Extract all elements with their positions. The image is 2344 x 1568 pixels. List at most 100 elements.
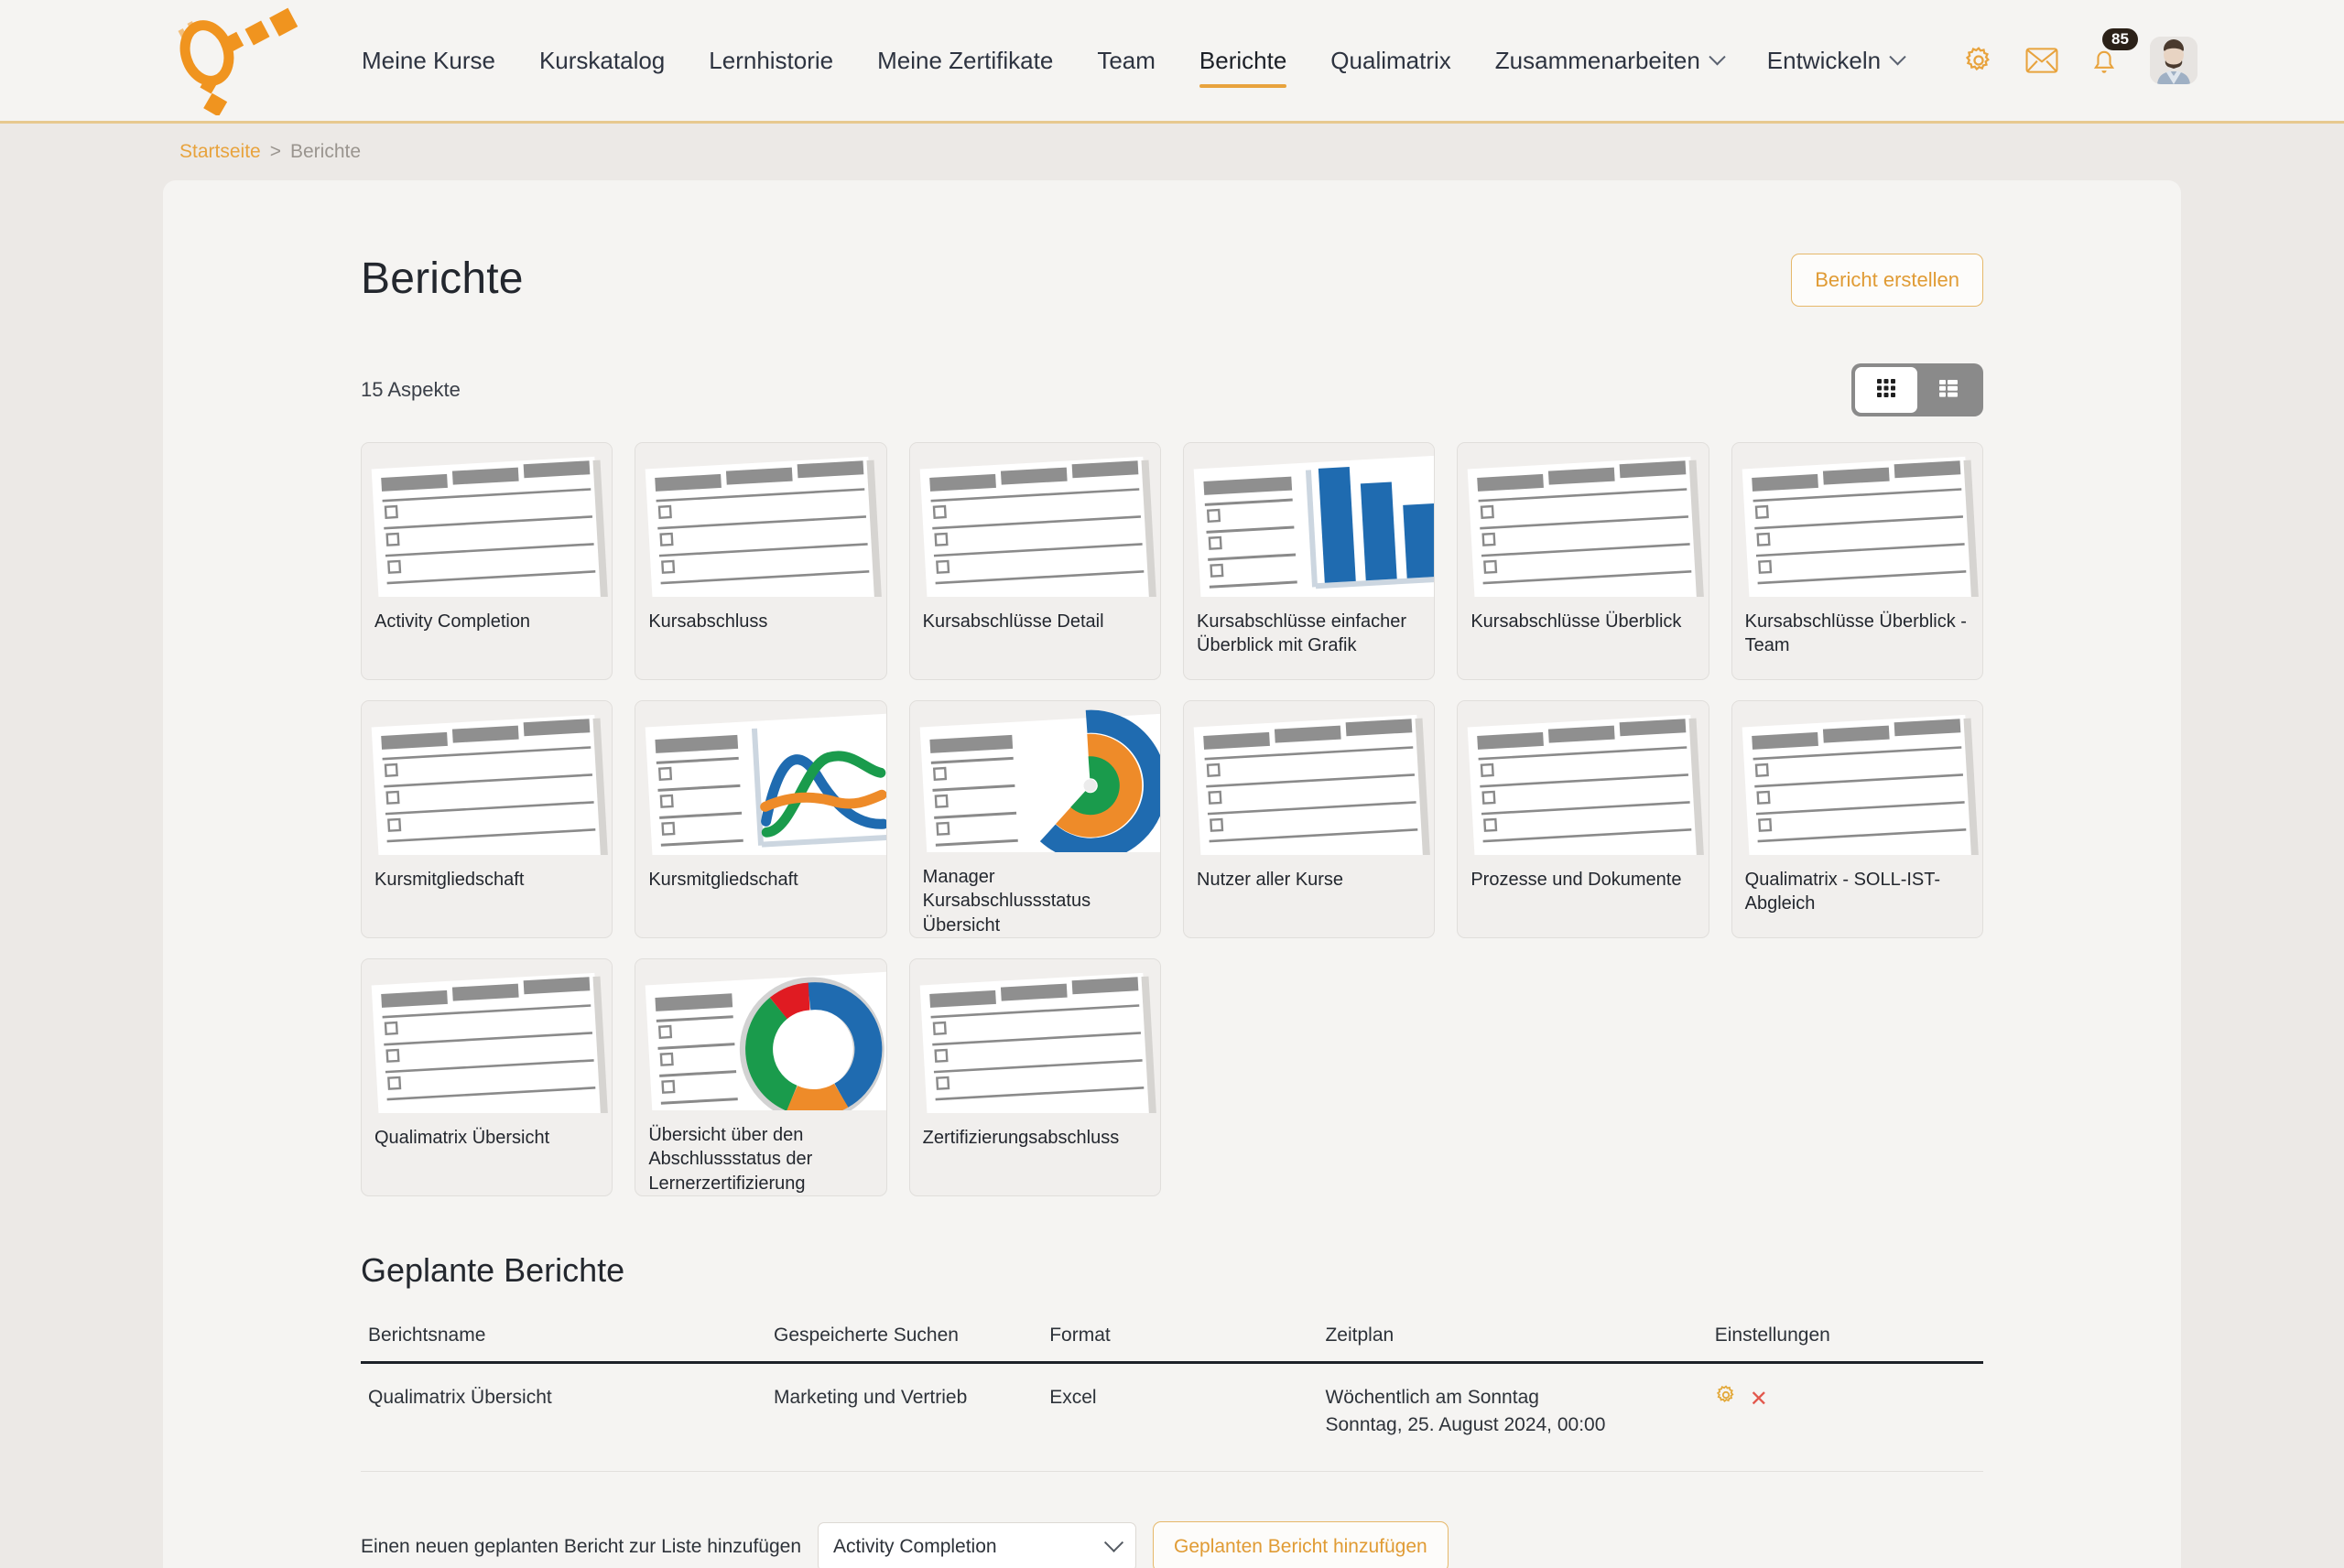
report-thumbnail bbox=[910, 959, 1160, 1113]
nav-label: Berichte bbox=[1199, 47, 1286, 75]
gear-icon[interactable] bbox=[1963, 45, 1994, 76]
report-thumbnail-radial-chart bbox=[910, 701, 1160, 852]
grid-view-button[interactable] bbox=[1855, 367, 1917, 413]
create-report-button[interactable]: Bericht erstellen bbox=[1791, 254, 1983, 307]
envelope-icon[interactable] bbox=[2025, 47, 2058, 74]
report-card[interactable]: Zertifizierungsabschluss bbox=[909, 958, 1161, 1196]
nav-item-entwickeln[interactable]: Entwickeln bbox=[1745, 38, 1926, 84]
report-card[interactable]: Kursabschlüsse Überblick - Team bbox=[1731, 442, 1983, 680]
nav-item-kurskatalog[interactable]: Kurskatalog bbox=[517, 38, 687, 84]
nav-label: Lernhistorie bbox=[709, 47, 833, 75]
report-card[interactable]: Kursabschluss bbox=[635, 442, 886, 680]
page-header-row: Berichte Bericht erstellen bbox=[361, 254, 1983, 307]
nav-item-team[interactable]: Team bbox=[1075, 38, 1177, 84]
report-card-label: Kursabschlüsse Überblick bbox=[1458, 597, 1708, 633]
list-view-button[interactable] bbox=[1917, 367, 1980, 413]
grid-view-icon bbox=[1873, 375, 1899, 406]
report-thumbnail-donut-chart bbox=[635, 959, 885, 1110]
row-action-buttons: ✕ bbox=[1715, 1384, 1976, 1414]
table-header-row: Berichtsname Gespeicherte Suchen Format … bbox=[361, 1325, 1983, 1363]
view-mode-toggle bbox=[1851, 363, 1983, 416]
report-card-label: Kursmitgliedschaft bbox=[635, 855, 885, 892]
add-scheduled-report-button[interactable]: Geplanten Bericht hinzufügen bbox=[1153, 1521, 1449, 1568]
breadcrumb-current: Berichte bbox=[290, 141, 361, 163]
report-card[interactable]: Kursabschlüsse Überblick bbox=[1457, 442, 1709, 680]
column-header-saved-searches: Gespeicherte Suchen bbox=[766, 1325, 1042, 1363]
breadcrumb-home-link[interactable]: Startseite bbox=[179, 141, 261, 163]
report-thumbnail bbox=[635, 443, 885, 597]
nav-label: Qualimatrix bbox=[1330, 47, 1450, 75]
nav-label: Entwickeln bbox=[1767, 47, 1881, 75]
nav-item-meine-zertifikate[interactable]: Meine Zertifikate bbox=[855, 38, 1075, 84]
report-thumbnail bbox=[362, 443, 612, 597]
report-card-label: Kursmitgliedschaft bbox=[362, 855, 612, 892]
column-header-schedule: Zeitplan bbox=[1318, 1325, 1707, 1363]
avatar[interactable] bbox=[2150, 37, 2198, 84]
nav-label: Zusammenarbeiten bbox=[1495, 47, 1700, 75]
chevron-down-icon bbox=[1889, 49, 1905, 65]
bell-icon[interactable]: 85 bbox=[2089, 45, 2119, 76]
schedule-next-run: Sonntag, 25. August 2024, 00:00 bbox=[1325, 1411, 1699, 1439]
page-content-card: Berichte Bericht erstellen 15 Aspekte bbox=[163, 180, 2181, 1568]
report-card[interactable]: Kursabschlüsse Detail bbox=[909, 442, 1161, 680]
close-icon[interactable]: ✕ bbox=[1750, 1389, 1768, 1411]
report-card-label: Kursabschlüsse Überblick - Team bbox=[1732, 597, 1982, 658]
table-row: Qualimatrix Übersicht Marketing und Vert… bbox=[361, 1363, 1983, 1472]
column-header-settings: Einstellungen bbox=[1708, 1325, 1983, 1363]
report-card-label: Kursabschlüsse einfacher Überblick mit G… bbox=[1184, 597, 1434, 658]
results-count-row: 15 Aspekte bbox=[361, 363, 1983, 416]
report-card[interactable]: Qualimatrix Übersicht bbox=[361, 958, 613, 1196]
report-thumbnail bbox=[1458, 443, 1708, 597]
report-card[interactable]: Prozesse und Dokumente bbox=[1457, 700, 1709, 938]
breadcrumb: Startseite > Berichte bbox=[0, 124, 2344, 180]
nav-label: Meine Kurse bbox=[362, 47, 495, 75]
report-card-label: Qualimatrix - SOLL-IST-Abgleich bbox=[1732, 855, 1982, 916]
report-card-label: Zertifizierungsabschluss bbox=[910, 1113, 1160, 1150]
report-card[interactable]: Kursabschlüsse einfacher Überblick mit G… bbox=[1183, 442, 1435, 680]
cell-settings: ✕ bbox=[1708, 1363, 1983, 1472]
report-card-label: Qualimatrix Übersicht bbox=[362, 1113, 612, 1150]
nav-label: Team bbox=[1097, 47, 1156, 75]
report-thumbnail-bar-chart bbox=[1184, 443, 1434, 597]
report-card[interactable]: Manager Kursabschlussstatus Übersicht bbox=[909, 700, 1161, 938]
nav-item-berichte[interactable]: Berichte bbox=[1177, 38, 1308, 84]
nav-utility-icons: 85 bbox=[1963, 37, 2198, 84]
report-card-label: Prozesse und Dokumente bbox=[1458, 855, 1708, 892]
report-thumbnail-line-chart bbox=[635, 701, 885, 855]
report-card-label: Übersicht über den Abschlussstatus der L… bbox=[635, 1110, 885, 1195]
cell-format: Excel bbox=[1042, 1363, 1318, 1472]
company-logo[interactable] bbox=[154, 5, 323, 115]
nav-item-zusammenarbeiten[interactable]: Zusammenarbeiten bbox=[1473, 38, 1745, 84]
gear-icon[interactable] bbox=[1715, 1384, 1737, 1414]
add-scheduled-report-row: Einen neuen geplanten Bericht zur Liste … bbox=[361, 1521, 1983, 1568]
nav-item-lernhistorie[interactable]: Lernhistorie bbox=[687, 38, 855, 84]
nav-item-qualimatrix[interactable]: Qualimatrix bbox=[1308, 38, 1472, 84]
reports-grid: Activity Completion Kursabschluss bbox=[361, 442, 1983, 1196]
report-thumbnail bbox=[362, 701, 612, 855]
report-card[interactable]: Kursmitgliedschaft bbox=[361, 700, 613, 938]
report-card[interactable]: Nutzer aller Kurse bbox=[1183, 700, 1435, 938]
report-card[interactable]: Kursmitgliedschaft bbox=[635, 700, 886, 938]
report-thumbnail bbox=[362, 959, 612, 1113]
cell-report-name: Qualimatrix Übersicht bbox=[361, 1363, 766, 1472]
chevron-down-icon bbox=[1709, 49, 1725, 65]
chevron-down-icon bbox=[1104, 1533, 1123, 1552]
report-thumbnail bbox=[1732, 443, 1982, 597]
cell-schedule: Wöchentlich am Sonntag Sonntag, 25. Augu… bbox=[1318, 1363, 1707, 1472]
report-card-label: Kursabschlüsse Detail bbox=[910, 597, 1160, 633]
report-card[interactable]: Qualimatrix - SOLL-IST-Abgleich bbox=[1731, 700, 1983, 938]
cell-saved-search: Marketing und Vertrieb bbox=[766, 1363, 1042, 1472]
list-view-icon bbox=[1936, 375, 1961, 406]
report-card[interactable]: Übersicht über den Abschlussstatus der L… bbox=[635, 958, 886, 1196]
report-type-select[interactable]: Activity Completion bbox=[818, 1522, 1136, 1568]
column-header-format: Format bbox=[1042, 1325, 1318, 1363]
add-scheduled-report-label: Einen neuen geplanten Bericht zur Liste … bbox=[361, 1536, 801, 1558]
report-card-label: Kursabschluss bbox=[635, 597, 885, 633]
results-count: 15 Aspekte bbox=[361, 378, 461, 402]
report-card-label: Nutzer aller Kurse bbox=[1184, 855, 1434, 892]
column-header-report-name: Berichtsname bbox=[361, 1325, 766, 1363]
report-card[interactable]: Activity Completion bbox=[361, 442, 613, 680]
nav-item-meine-kurse[interactable]: Meine Kurse bbox=[340, 38, 517, 84]
page-title: Berichte bbox=[361, 254, 524, 304]
report-type-select-value: Activity Completion bbox=[833, 1536, 997, 1558]
